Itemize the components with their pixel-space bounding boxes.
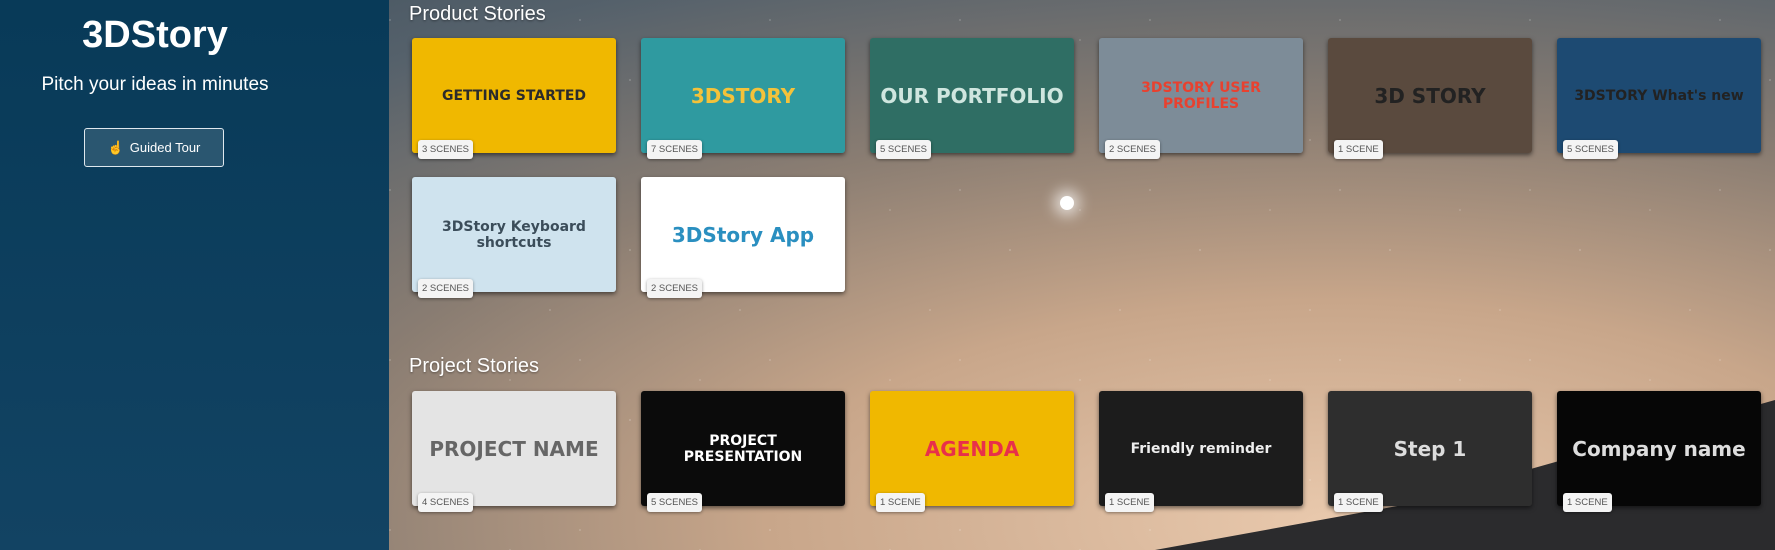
story-thumbnail: PROJECT NAME [412, 391, 616, 506]
thumbnail-title: AGENDA [924, 436, 1020, 461]
guided-tour-label: Guided Tour [129, 140, 201, 155]
scene-count-badge: 5 SCENES [876, 140, 931, 159]
story-card[interactable]: Step 1 1 SCENE [1328, 391, 1532, 512]
thumbnail-title: 3DSTORY [690, 83, 796, 108]
story-thumbnail: 3DSTORY [641, 38, 845, 153]
hand-pointer-icon: ☝ [107, 139, 124, 155]
story-thumbnail: Step 1 [1328, 391, 1532, 506]
thumbnail-title: Step 1 [1393, 436, 1467, 461]
thumbnail-title: Friendly reminder [1130, 440, 1272, 457]
story-card[interactable]: GETTING STARTED 3 SCENES [412, 38, 616, 159]
sidebar: 3DStory Pitch your ideas in minutes ☝ Gu… [0, 0, 389, 550]
scene-count-badge: 2 SCENES [647, 279, 702, 298]
scene-count-badge: 1 SCENE [1334, 493, 1383, 512]
section-title-project-stories: Project Stories [409, 355, 540, 377]
story-thumbnail: 3D STORY [1328, 38, 1532, 153]
story-thumbnail: 3DStory App [641, 177, 845, 292]
story-card[interactable]: Friendly reminder 1 SCENE [1099, 391, 1303, 512]
story-card[interactable]: 3DSTORY What's new 5 SCENES [1557, 38, 1761, 159]
story-thumbnail: OUR PORTFOLIO [870, 38, 1074, 153]
story-thumbnail: 3DSTORY USER PROFILES [1099, 38, 1303, 153]
tagline: Pitch your ideas in minutes [41, 74, 269, 95]
story-card[interactable]: PROJECT NAME 4 SCENES [412, 391, 616, 512]
story-card[interactable]: AGENDA 1 SCENE [870, 391, 1074, 512]
brand-title: 3DStory [82, 14, 228, 56]
scene-count-badge: 1 SCENE [1334, 140, 1383, 159]
scene-count-badge: 5 SCENES [647, 493, 702, 512]
story-card[interactable]: 3DSTORY 7 SCENES [641, 38, 845, 159]
story-thumbnail: 3DSTORY What's new [1557, 38, 1761, 153]
thumbnail-title: GETTING STARTED [441, 87, 587, 104]
section-title-product-stories: Product Stories [409, 3, 546, 25]
thumbnail-title: 3DSTORY USER PROFILES [1141, 79, 1261, 112]
scene-count-badge: 1 SCENE [876, 493, 925, 512]
story-card[interactable]: Company name 1 SCENE [1557, 391, 1761, 512]
guided-tour-button[interactable]: ☝ Guided Tour [84, 128, 224, 167]
thumbnail-title: 3DStory App [671, 222, 815, 247]
scene-count-badge: 4 SCENES [418, 493, 473, 512]
star-glow [1060, 196, 1074, 210]
thumbnail-title: PROJECT PRESENTATION [683, 432, 803, 465]
story-thumbnail: Friendly reminder [1099, 391, 1303, 506]
story-card[interactable]: 3D STORY 1 SCENE [1328, 38, 1532, 159]
thumbnail-title: PROJECT NAME [429, 436, 599, 461]
story-card[interactable]: 3DStory App 2 SCENES [641, 177, 845, 298]
story-card[interactable]: 3DStory Keyboard shortcuts 2 SCENES [412, 177, 616, 298]
thumbnail-title: 3D STORY [1374, 83, 1486, 108]
scene-count-badge: 1 SCENE [1563, 493, 1612, 512]
thumbnail-title: Company name [1572, 436, 1746, 461]
thumbnail-title: OUR PORTFOLIO [880, 83, 1064, 108]
scene-count-badge: 2 SCENES [1105, 140, 1160, 159]
story-thumbnail: Company name [1557, 391, 1761, 506]
scene-count-badge: 7 SCENES [647, 140, 702, 159]
thumbnail-title: 3DStory Keyboard shortcuts [442, 218, 586, 251]
story-card[interactable]: OUR PORTFOLIO 5 SCENES [870, 38, 1074, 159]
story-thumbnail: 3DStory Keyboard shortcuts [412, 177, 616, 292]
scene-count-badge: 1 SCENE [1105, 493, 1154, 512]
story-thumbnail: GETTING STARTED [412, 38, 616, 153]
thumbnail-title: 3DSTORY What's new [1574, 87, 1744, 104]
scene-count-badge: 3 SCENES [418, 140, 473, 159]
story-thumbnail: PROJECT PRESENTATION [641, 391, 845, 506]
scene-count-badge: 5 SCENES [1563, 140, 1618, 159]
story-card[interactable]: 3DSTORY USER PROFILES 2 SCENES [1099, 38, 1303, 159]
story-card[interactable]: PROJECT PRESENTATION 5 SCENES [641, 391, 845, 512]
story-thumbnail: AGENDA [870, 391, 1074, 506]
scene-count-badge: 2 SCENES [418, 279, 473, 298]
